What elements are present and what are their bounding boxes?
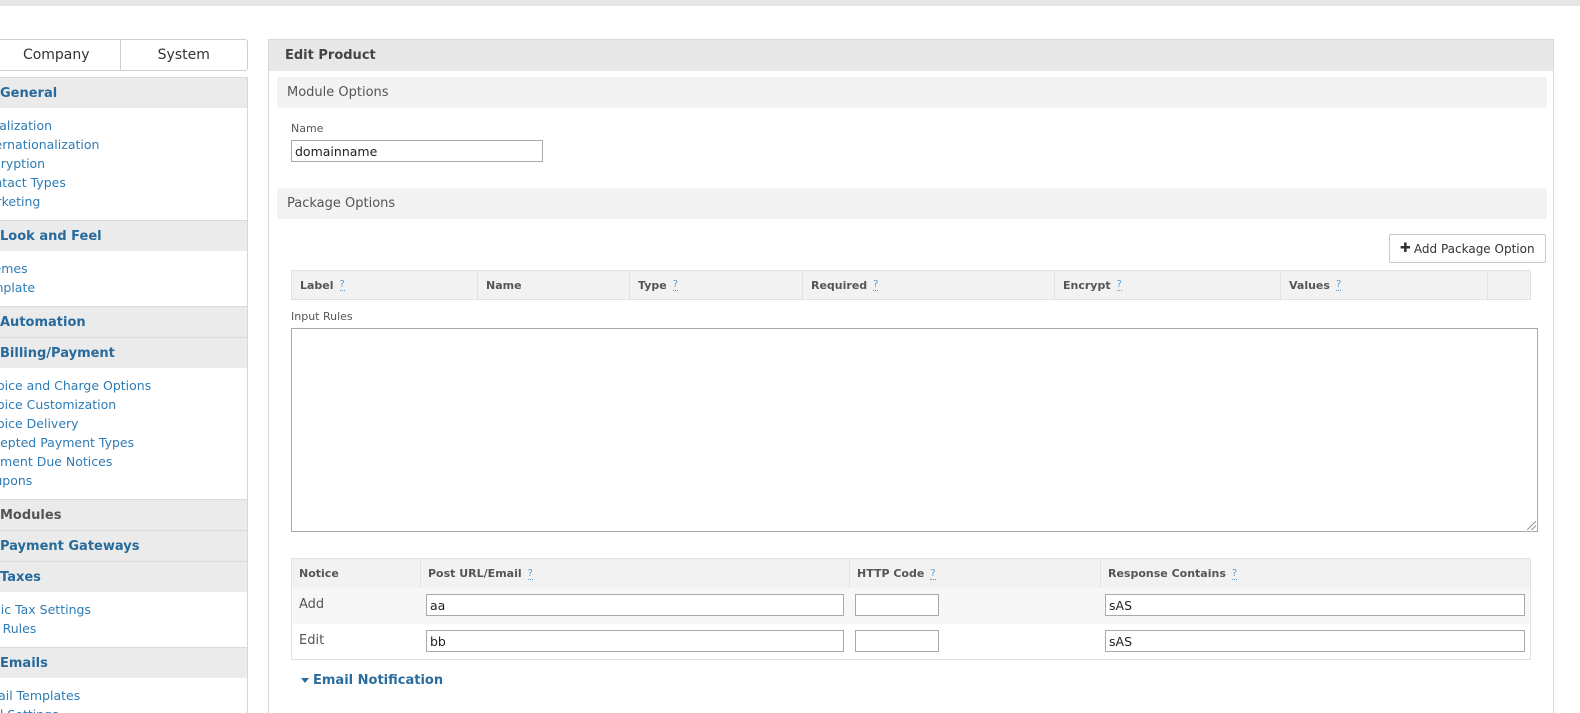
response-contains-input[interactable] <box>1105 630 1525 652</box>
sidebar-item-invoice-charge-options[interactable]: Invoice and Charge Options <box>0 376 247 395</box>
post-url-input[interactable] <box>426 630 844 652</box>
notice-row-edit: Edit <box>292 624 1530 660</box>
sidebar-item-invoice-delivery[interactable]: Invoice Delivery <box>0 414 247 433</box>
sidebar-group-taxes[interactable]: Taxes <box>0 561 247 592</box>
help-icon[interactable]: ? <box>339 279 345 291</box>
caret-down-icon <box>301 678 309 683</box>
sidebar-item-themes[interactable]: Themes <box>0 259 247 278</box>
sidebar-item-contact-types[interactable]: Contact Types <box>0 173 247 192</box>
name-label: Name <box>291 122 324 135</box>
sidebar-item-localization[interactable]: Localization <box>0 116 247 135</box>
sidebar-tabs: Company System <box>0 39 248 71</box>
sidebar-group-billing-payment[interactable]: Billing/Payment <box>0 337 247 368</box>
edit-product-panel: Edit Product Module Options Name Package… <box>268 39 1554 713</box>
help-icon[interactable]: ? <box>930 568 936 580</box>
response-contains-input[interactable] <box>1105 594 1525 616</box>
col-http-code: HTTP Code? <box>850 559 1101 588</box>
notice-label: Add <box>299 597 325 612</box>
input-rules-label: Input Rules <box>291 310 353 323</box>
help-icon[interactable]: ? <box>527 568 533 580</box>
http-code-input[interactable] <box>855 630 939 652</box>
plus-icon: ✚ <box>1400 241 1411 256</box>
col-actions <box>1488 271 1530 299</box>
notice-label: Edit <box>299 633 325 648</box>
col-post-url: Post URL/Email? <box>421 559 850 588</box>
help-icon[interactable]: ? <box>1231 568 1238 580</box>
module-options-heading: Module Options <box>277 77 1547 108</box>
sidebar-group-modules[interactable]: Modules <box>0 499 247 530</box>
sidebar-group-payment-gateways[interactable]: Payment Gateways <box>0 530 247 561</box>
sidebar-group-automation[interactable]: Automation <box>0 306 247 337</box>
col-type: Type? <box>630 271 803 299</box>
sidebar-item-encryption[interactable]: Encryption <box>0 154 247 173</box>
notice-row-add: Add <box>292 588 1530 624</box>
name-input[interactable] <box>291 140 543 162</box>
help-icon[interactable]: ? <box>672 279 679 291</box>
help-icon[interactable]: ? <box>1335 279 1342 291</box>
notices-table-header: Notice Post URL/Email? HTTP Code? Respon… <box>292 559 1530 588</box>
col-name: Name <box>478 271 630 299</box>
sidebar-item-invoice-customization[interactable]: Invoice Customization <box>0 395 247 414</box>
sidebar-item-internationalization[interactable]: Internationalization <box>0 135 247 154</box>
col-notice: Notice <box>292 559 421 588</box>
sidebar-list-taxes: Basic Tax Settings Tax Rules <box>0 592 247 647</box>
sidebar-group-general[interactable]: General <box>0 77 247 108</box>
panel-title: Edit Product <box>269 40 1553 71</box>
col-encrypt: Encrypt? <box>1055 271 1281 299</box>
help-icon[interactable]: ? <box>873 279 879 291</box>
sidebar-item-mail-settings[interactable]: Mail Settings <box>0 705 247 713</box>
top-bar <box>0 0 1580 6</box>
help-icon[interactable]: ? <box>1116 279 1122 291</box>
col-response-contains: Response Contains? <box>1108 567 1238 580</box>
input-rules-textarea[interactable] <box>291 328 1538 532</box>
sidebar-list-look-and-feel: Themes Template <box>0 251 247 306</box>
tab-company[interactable]: Company <box>0 40 120 70</box>
sidebar-item-basic-tax-settings[interactable]: Basic Tax Settings <box>0 600 247 619</box>
sidebar-list-general: Localization Internationalization Encryp… <box>0 108 247 220</box>
sidebar-item-marketing[interactable]: Marketing <box>0 192 247 211</box>
col-required: Required? <box>803 271 1055 299</box>
sidebar-item-payment-due-notices[interactable]: Payment Due Notices <box>0 452 247 471</box>
http-code-input[interactable] <box>855 594 939 616</box>
tab-system[interactable]: System <box>119 40 248 70</box>
settings-sidebar: Company System General Localization Inte… <box>0 39 248 713</box>
package-options-heading: Package Options <box>277 188 1547 219</box>
resize-handle-icon[interactable] <box>1527 521 1536 530</box>
sidebar-item-coupons[interactable]: Coupons <box>0 471 247 490</box>
email-notification-toggle[interactable]: Email Notification <box>301 673 443 688</box>
package-options-table-header: Label? Name Type? Required? Encrypt? Val… <box>291 270 1531 300</box>
sidebar-item-template[interactable]: Template <box>0 278 247 297</box>
sidebar-list-emails: Email Templates Mail Settings <box>0 678 247 713</box>
sidebar-list-billing-payment: Invoice and Charge Options Invoice Custo… <box>0 368 247 499</box>
sidebar-menu: General Localization Internationalizatio… <box>0 77 248 713</box>
sidebar-group-emails[interactable]: Emails <box>0 647 247 678</box>
sidebar-item-tax-rules[interactable]: Tax Rules <box>0 619 247 638</box>
sidebar-group-look-and-feel[interactable]: Look and Feel <box>0 220 247 251</box>
add-package-option-button[interactable]: ✚ Add Package Option <box>1389 234 1546 263</box>
sidebar-item-accepted-payment-types[interactable]: Accepted Payment Types <box>0 433 247 452</box>
sidebar-item-email-templates[interactable]: Email Templates <box>0 686 247 705</box>
post-url-input[interactable] <box>426 594 844 616</box>
col-label: Label? <box>292 271 478 299</box>
notices-table: Notice Post URL/Email? HTTP Code? Respon… <box>291 558 1531 660</box>
col-values: Values? <box>1281 271 1488 299</box>
